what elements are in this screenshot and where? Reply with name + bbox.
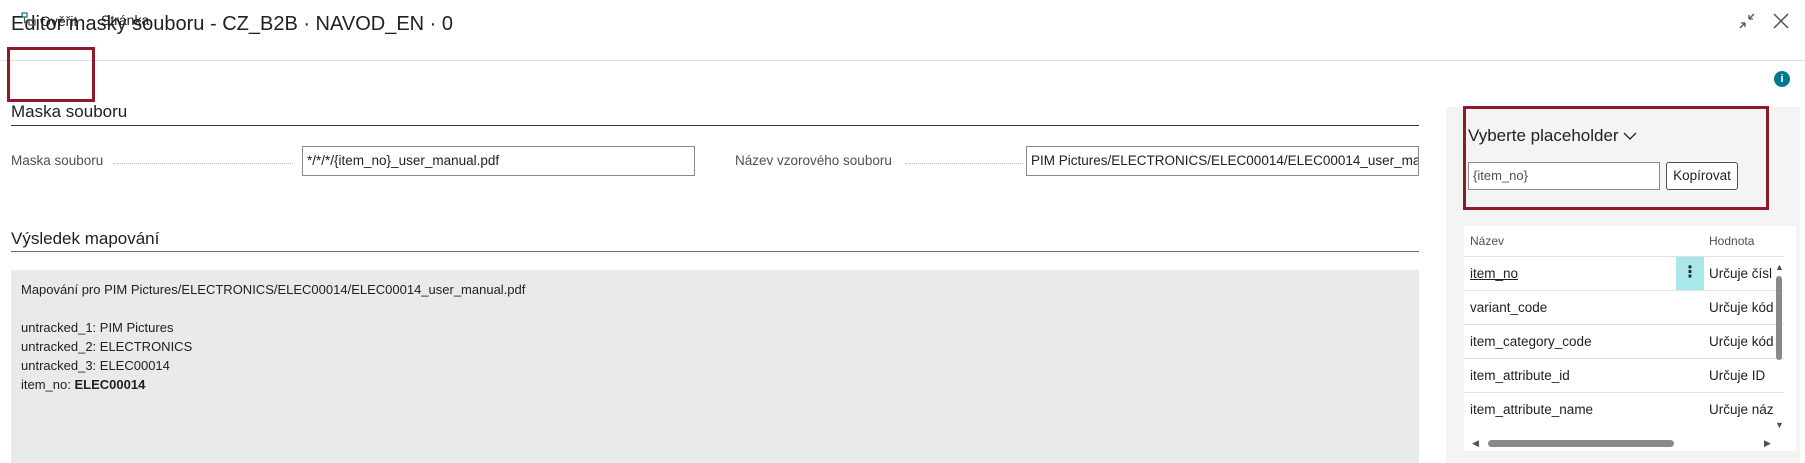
file-mask-input[interactable]: */*/*/{item_no}_user_manual.pdf (302, 146, 695, 176)
scroll-right-icon[interactable]: ▶ (1764, 438, 1771, 449)
action-bar (0, 60, 1805, 102)
table-row[interactable]: item_attribute_name Určuje náz (1464, 392, 1784, 426)
item-no-label: item_no: (21, 377, 75, 392)
row-value: Určuje čísl (1709, 266, 1773, 281)
verify-highlight-frame (7, 47, 95, 102)
verify-icon (21, 12, 36, 29)
mapping-line: untracked_3: ELEC00014 (21, 358, 170, 373)
row-menu-icon[interactable]: ⋮ (1676, 257, 1704, 290)
table-header: Název Hodnota (1464, 226, 1796, 256)
table-row[interactable]: item_no ⋮ Určuje čísl (1464, 256, 1784, 290)
row-name: variant_code (1470, 300, 1548, 315)
table-row[interactable]: item_category_code Určuje kód (1464, 324, 1784, 358)
column-header-name[interactable]: Název (1470, 234, 1504, 248)
collapse-icon[interactable] (1738, 12, 1756, 30)
chevron-down-icon (1623, 126, 1637, 146)
horizontal-scroll-thumb[interactable] (1488, 440, 1674, 447)
placeholder-title[interactable]: Vyberte placeholder (1468, 126, 1637, 146)
scroll-left-icon[interactable]: ◀ (1472, 438, 1479, 449)
mapping-header-line: Mapování pro PIM Pictures/ELECTRONICS/EL… (21, 282, 526, 297)
info-icon[interactable]: i (1774, 71, 1790, 87)
verify-button[interactable]: Ověřit (21, 12, 77, 29)
placeholder-table: Název Hodnota item_no ⋮ Určuje čísl vari… (1464, 226, 1796, 451)
mapping-item-no-line: item_no: ELEC00014 (21, 377, 1409, 396)
row-name[interactable]: item_no (1470, 266, 1518, 281)
field-leader-dots (905, 163, 1023, 164)
vertical-scroll-thumb[interactable] (1776, 276, 1782, 360)
row-value: Určuje ID (1709, 368, 1766, 383)
page-label: Stránka (101, 12, 150, 28)
file-mask-section-title[interactable]: Maska souboru (11, 102, 127, 122)
row-value: Určuje náz (1709, 402, 1774, 417)
mapping-line: untracked_2: ELECTRONICS (21, 339, 193, 354)
sample-file-label: Název vzorového souboru (735, 153, 892, 168)
item-no-value: ELEC00014 (74, 377, 146, 392)
row-value: Určuje kód (1709, 334, 1774, 349)
mapping-line: untracked_1: PIM Pictures (21, 320, 174, 335)
mapping-result-section-title[interactable]: Výsledek mapování (11, 229, 159, 249)
row-name: item_category_code (1470, 334, 1592, 349)
row-value: Určuje kód (1709, 300, 1774, 315)
row-name: item_attribute_id (1470, 368, 1570, 383)
field-leader-dots (113, 163, 293, 164)
section-divider (11, 125, 1419, 126)
table-row[interactable]: item_attribute_id Určuje ID (1464, 358, 1784, 392)
copy-button[interactable]: Kopírovat (1666, 162, 1738, 190)
placeholder-input[interactable]: {item_no} (1468, 162, 1660, 190)
close-icon[interactable] (1772, 12, 1790, 30)
scroll-down-icon[interactable]: ▼ (1775, 420, 1784, 430)
table-row[interactable]: variant_code Určuje kód (1464, 290, 1784, 324)
verify-label: Ověřit (40, 12, 78, 29)
sample-file-input[interactable]: PIM Pictures/ELECTRONICS/ELEC00014/ELEC0… (1026, 146, 1419, 176)
mapping-result-box: Mapování pro PIM Pictures/ELECTRONICS/EL… (11, 270, 1419, 463)
row-name: item_attribute_name (1470, 402, 1594, 417)
vertical-scrollbar[interactable]: ▲ ▼ (1775, 262, 1784, 430)
placeholder-highlight-frame (1463, 106, 1769, 210)
file-mask-label: Maska souboru (11, 153, 104, 168)
placeholder-title-label: Vyberte placeholder (1468, 126, 1619, 145)
scroll-up-icon[interactable]: ▲ (1775, 262, 1784, 272)
column-header-value[interactable]: Hodnota (1709, 234, 1754, 248)
page-menu-button[interactable]: Stránka (101, 12, 149, 28)
section-divider (11, 251, 1419, 252)
